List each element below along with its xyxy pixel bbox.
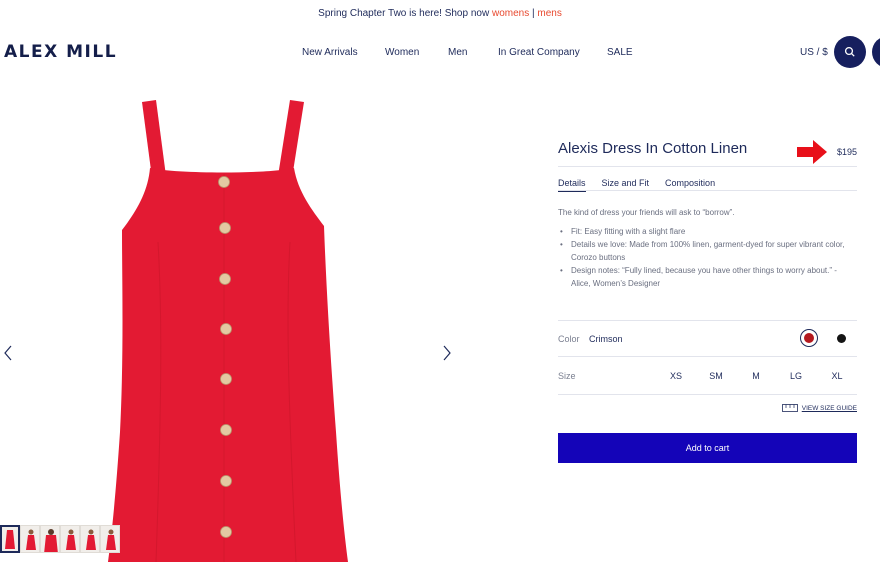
thumbnail-1[interactable] <box>0 525 20 553</box>
thumbnail-5[interactable] <box>80 525 100 553</box>
product-description: The kind of dress your friends will ask … <box>558 208 735 217</box>
ruler-icon <box>781 404 798 412</box>
color-label: Color <box>558 334 580 344</box>
size-xl[interactable]: XL <box>827 371 847 381</box>
search-icon <box>844 46 855 57</box>
swatch-black[interactable] <box>837 334 846 343</box>
thumbnail-strip <box>0 525 120 553</box>
currency-selector[interactable]: US / $ <box>800 47 828 58</box>
color-value: Crimson <box>589 334 623 344</box>
bullet-fit: Fit: Easy fitting with a slight flare <box>558 225 857 238</box>
red-arrow-icon <box>797 140 827 164</box>
size-lg[interactable]: LG <box>786 371 806 381</box>
divider <box>558 166 857 167</box>
nav-women[interactable]: Women <box>385 47 419 58</box>
nav-new-arrivals[interactable]: New Arrivals <box>302 47 358 58</box>
nav-men[interactable]: Men <box>448 47 467 58</box>
site-header: ALEX MILL New Arrivals Women Men In Grea… <box>0 30 880 76</box>
size-sm[interactable]: SM <box>706 371 726 381</box>
mens-link[interactable]: mens <box>537 8 561 19</box>
nav-in-great-company[interactable]: In Great Company <box>498 47 580 58</box>
thumbnail-2[interactable] <box>20 525 40 553</box>
thumbnail-3[interactable] <box>40 525 60 553</box>
divider <box>558 356 857 357</box>
thumbnail-4[interactable] <box>60 525 80 553</box>
chevron-left-icon <box>4 345 12 361</box>
size-guide-link[interactable]: VIEW SIZE GUIDE <box>781 404 857 412</box>
product-price: $195 <box>836 147 857 157</box>
logo[interactable]: ALEX MILL <box>4 42 117 62</box>
gallery-prev-button[interactable] <box>2 344 16 362</box>
product-title: Alexis Dress In Cotton Linen <box>558 140 748 157</box>
promo-text: Spring Chapter Two is here! Shop now <box>318 8 492 19</box>
search-button[interactable] <box>834 36 866 68</box>
add-to-cart-button[interactable]: Add to cart <box>558 433 857 463</box>
chevron-right-icon <box>443 345 451 361</box>
account-button[interactable] <box>872 36 880 68</box>
gallery-next-button[interactable] <box>440 344 454 362</box>
swatch-crimson-fill <box>804 333 814 343</box>
divider <box>558 320 857 321</box>
product-main-image <box>100 92 360 562</box>
product-bullets: Fit: Easy fitting with a slight flare De… <box>558 225 857 290</box>
size-xs[interactable]: XS <box>666 371 686 381</box>
swatch-crimson[interactable] <box>800 329 818 347</box>
dress-image <box>108 100 348 562</box>
promo-bar: Spring Chapter Two is here! Shop now wom… <box>0 0 880 27</box>
divider <box>558 190 857 191</box>
size-guide-label: VIEW SIZE GUIDE <box>801 404 857 412</box>
bullet-design-notes: Design notes: “Fully lined, because you … <box>558 264 857 290</box>
thumbnail-6[interactable] <box>100 525 120 553</box>
size-m[interactable]: M <box>746 371 766 381</box>
womens-link[interactable]: womens <box>492 8 529 19</box>
nav-sale[interactable]: SALE <box>607 47 633 58</box>
size-label: Size <box>558 371 576 381</box>
bullet-details: Details we love: Made from 100% linen, g… <box>558 238 857 264</box>
divider <box>558 394 857 395</box>
